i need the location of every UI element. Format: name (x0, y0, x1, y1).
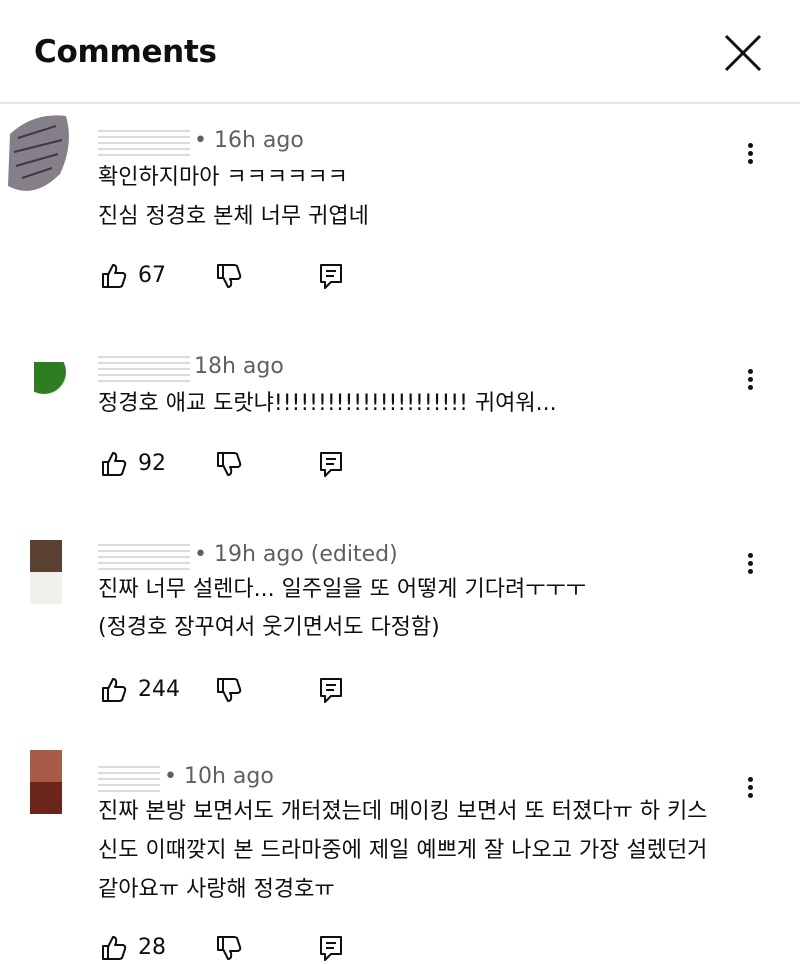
more-vert-icon[interactable] (740, 366, 760, 396)
comment-actions: 244 (100, 676, 360, 706)
comment-time: 18h ago (194, 354, 284, 379)
like-count: 28 (138, 935, 166, 960)
comment-meta: 18h ago (98, 352, 284, 382)
like-count: 67 (138, 263, 166, 288)
thumb-down-icon[interactable] (215, 676, 243, 704)
comment-actions: 92 (100, 450, 360, 480)
reply-icon[interactable] (317, 262, 345, 290)
avatar[interactable] (4, 104, 82, 200)
more-vert-icon[interactable] (740, 550, 760, 580)
thumb-up-icon[interactable] (100, 676, 128, 704)
thumb-down-icon[interactable] (215, 450, 243, 478)
comment-meta: • 19h ago (edited) (98, 540, 398, 570)
comment-line: 같아요ㅠ 사랑해 정경호ㅠ (98, 877, 335, 902)
comment-line: 신도 이때깢지 본 드라마중에 제일 예쁘게 잘 나오고 가장 설렜던거 (98, 838, 708, 863)
comment-item: • 10h ago 진짜 본방 보면서도 개터졌는데 메이킹 보면서 또 터졌다… (0, 746, 800, 961)
reply-icon[interactable] (317, 450, 345, 478)
more-vert-icon[interactable] (740, 140, 760, 170)
comment-time: • 10h ago (164, 764, 274, 789)
comment-item: 18h ago 정경호 애교 도랏냐!!!!!!!!!!!!!!!!!!!!!!… (0, 330, 800, 510)
thumb-up-icon[interactable] (100, 934, 128, 962)
like-count: 92 (138, 451, 166, 476)
more-vert-icon[interactable] (740, 774, 760, 804)
comment-actions: 28 (100, 934, 360, 964)
comment-line: 확인하지마아 ㅋㅋㅋㅋㅋㅋ (98, 165, 348, 190)
comment-item: • 16h ago 확인하지마아 ㅋㅋㅋㅋㅋㅋ 진심 정경호 본체 너무 귀엽네… (0, 104, 800, 314)
thumb-down-icon[interactable] (215, 934, 243, 962)
comment-time: • 16h ago (194, 128, 304, 153)
reply-icon[interactable] (317, 934, 345, 962)
page-title: Comments (34, 34, 217, 70)
author-name-blurred[interactable] (98, 126, 190, 156)
avatar[interactable] (30, 750, 62, 814)
reply-icon[interactable] (317, 676, 345, 704)
like-count: 244 (138, 677, 180, 702)
avatar[interactable] (30, 540, 62, 604)
comments-header: Comments (0, 0, 800, 103)
thumb-up-icon[interactable] (100, 262, 128, 290)
thumb-up-icon[interactable] (100, 450, 128, 478)
comment-time: • 19h ago (edited) (194, 542, 398, 567)
comment-meta: • 16h ago (98, 126, 304, 156)
comment-line: 진심 정경호 본체 너무 귀엽네 (98, 204, 369, 229)
author-name-blurred[interactable] (98, 762, 160, 792)
comment-item: • 19h ago (edited) 진짜 너무 설렌다... 일주일을 또 어… (0, 522, 800, 722)
close-icon[interactable] (722, 32, 764, 74)
avatar[interactable] (22, 350, 66, 394)
comment-actions: 67 (100, 262, 360, 292)
thumb-down-icon[interactable] (215, 262, 243, 290)
author-name-blurred[interactable] (98, 540, 190, 570)
comment-line: (정경호 장꾸여서 웃기면서도 다정함) (98, 615, 440, 640)
author-name-blurred[interactable] (98, 352, 190, 382)
comment-line: 진짜 본방 보면서도 개터졌는데 메이킹 보면서 또 터졌다ㅠ 하 키스 (98, 799, 708, 824)
comment-meta: • 10h ago (98, 762, 274, 792)
comment-line: 정경호 애교 도랏냐!!!!!!!!!!!!!!!!!!!!!! 귀여워... (98, 391, 557, 416)
comment-line: 진짜 너무 설렌다... 일주일을 또 어떻게 기다려ㅜㅜㅜ (98, 577, 586, 602)
